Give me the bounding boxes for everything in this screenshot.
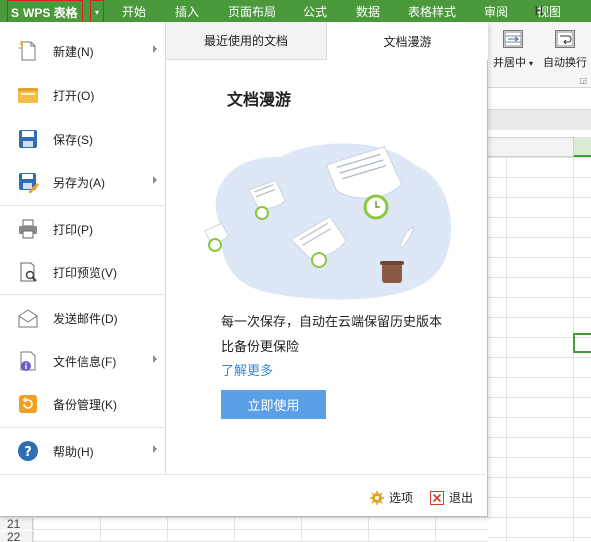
open-folder-icon (16, 83, 40, 107)
print-icon (16, 217, 40, 241)
tab-review[interactable]: 审阅 (484, 3, 508, 20)
gear-icon (370, 490, 384, 505)
save-icon (16, 127, 40, 151)
menu-item-label: 文件信息(F) (53, 354, 117, 369)
chevron-down-icon: ▾ (529, 59, 534, 68)
file-info-icon (16, 349, 40, 373)
options-label: 选项 (389, 491, 414, 505)
roaming-description-line1: 每一次保存，自动在云端保留历史版本 (221, 314, 443, 329)
menu-item-save-as[interactable]: 另存为(A) (0, 162, 166, 202)
menu-item-label: 保存(S) (53, 132, 93, 147)
roaming-title: 文档漫游 (227, 92, 292, 109)
formula-bar[interactable] (488, 88, 591, 110)
learn-more-link[interactable]: 了解更多 (221, 360, 273, 379)
cloud-documents-illustration (204, 143, 452, 300)
sheet-strip (488, 110, 591, 130)
svg-text:?: ? (24, 445, 32, 460)
file-menu-list: 新建(N) 打开(O) 保存(S) 另存为(A) 打印(P) 打印预览(V) 发… (0, 22, 166, 474)
save-as-icon (16, 170, 40, 194)
merge-center-label: 并居中 (492, 57, 526, 69)
menu-item-help[interactable]: ? 帮助(H) (0, 431, 166, 471)
menu-item-label: 打印(P) (53, 222, 93, 237)
menu-item-send-mail[interactable]: 发送邮件(D) (0, 298, 166, 338)
menu-item-new[interactable]: 新建(N) (0, 31, 166, 71)
wrap-text-icon (555, 30, 575, 48)
exit-button[interactable]: 退出 (430, 489, 473, 506)
menu-item-print-preview[interactable]: 打印预览(V) (0, 252, 166, 292)
tab-recent-documents[interactable]: 最近使用的文档 (166, 22, 327, 60)
wrap-text-label: 自动换行 (543, 57, 587, 69)
menu-item-label: 打开(O) (53, 88, 95, 103)
close-icon (430, 490, 444, 505)
use-now-label: 立即使用 (247, 398, 300, 413)
merge-center-button[interactable]: 并居中 ▾ (488, 30, 538, 70)
ribbon-toolbar: 并居中 ▾ 自动换行 ◲ (488, 22, 591, 88)
tab-home[interactable]: 开始 (122, 3, 146, 20)
mail-icon (16, 306, 40, 330)
chevron-right-icon (153, 176, 157, 184)
menu-item-save[interactable]: 保存(S) (0, 119, 166, 159)
menu-item-print[interactable]: 打印(P) (0, 209, 166, 249)
wps-logo-icon: S (11, 5, 20, 20)
help-icon: ? (16, 439, 40, 463)
options-button[interactable]: 选项 (370, 489, 413, 506)
menu-separator (0, 205, 166, 206)
menu-item-label: 备份管理(K) (53, 397, 117, 412)
print-preview-icon (16, 260, 40, 284)
backup-icon (16, 392, 40, 416)
tab-label: 文档漫游 (383, 34, 432, 49)
column-header-h[interactable]: H (506, 3, 572, 19)
column-header-selected[interactable] (573, 137, 591, 157)
exit-label: 退出 (449, 491, 474, 505)
menu-separator (0, 294, 166, 295)
cell-grid-bottom[interactable] (0, 517, 488, 542)
menu-item-label: 打印预览(V) (53, 265, 117, 280)
tab-insert[interactable]: 插入 (175, 3, 199, 20)
selected-cell[interactable] (573, 333, 591, 353)
menu-item-label: 新建(N) (53, 44, 94, 59)
menu-item-label: 另存为(A) (53, 175, 105, 190)
tab-data[interactable]: 数据 (356, 3, 380, 20)
dialog-launcher-icon[interactable]: ◲ (579, 76, 587, 85)
menu-item-backup[interactable]: 备份管理(K) (0, 384, 166, 424)
tab-table-style[interactable]: 表格样式 (408, 3, 456, 20)
menu-item-label: 发送邮件(D) (53, 311, 118, 326)
chevron-right-icon (153, 445, 157, 453)
new-file-icon (16, 39, 40, 63)
tab-formulas[interactable]: 公式 (303, 3, 327, 20)
panel-tabs: 最近使用的文档 文档漫游 (166, 22, 488, 60)
menu-item-label: 帮助(H) (53, 444, 94, 459)
row-number-21[interactable]: 21 (0, 518, 33, 530)
wrap-text-button[interactable]: 自动换行 (540, 30, 590, 70)
tab-document-roaming[interactable]: 文档漫游 (327, 22, 488, 60)
wps-app-label: WPS 表格 (23, 6, 78, 20)
menu-item-open[interactable]: 打开(O) (0, 75, 166, 115)
merge-cells-icon (503, 30, 523, 48)
menu-item-file-info[interactable]: 文件信息(F) (0, 341, 166, 381)
tab-label: 最近使用的文档 (203, 34, 288, 48)
roaming-description-line2: 比备份更保险 (221, 339, 300, 354)
row-number-22[interactable]: 22 (0, 531, 33, 542)
chevron-right-icon (153, 355, 157, 363)
chevron-down-icon: ▾ (94, 8, 99, 17)
menubar: S WPS 表格 ▾ 开始 插入 页面布局 公式 数据 表格样式 审阅 视图 (0, 0, 591, 25)
chevron-right-icon (153, 45, 157, 53)
use-now-button[interactable]: 立即使用 (221, 390, 326, 419)
tab-page-layout[interactable]: 页面布局 (228, 3, 276, 20)
menu-separator (0, 427, 166, 428)
panel-footer: 选项 退出 (0, 474, 488, 517)
